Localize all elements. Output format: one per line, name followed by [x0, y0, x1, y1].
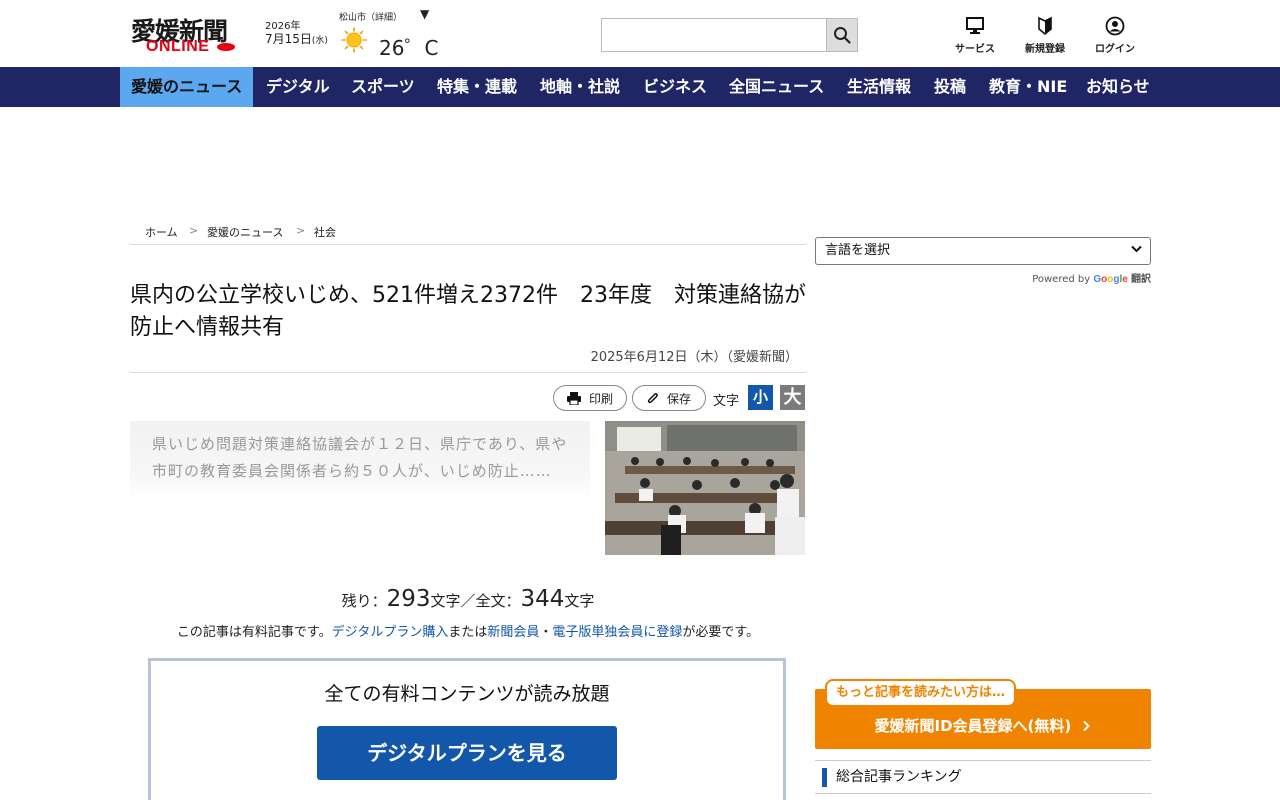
date-weekday: (水) [311, 36, 328, 46]
powered-by-text: Powered by [1032, 274, 1091, 285]
breadcrumb-separator: > [296, 224, 306, 237]
paperclip-icon [647, 392, 658, 403]
subscription-box: 全ての有料コンテンツが読み放題 デジタルプランを見る [148, 658, 786, 800]
services-label: サービス [955, 44, 995, 55]
google-translate-credit[interactable]: Powered by Google 翻訳 [815, 270, 1151, 285]
register-bubble: もっと記事を読みたい方は… [825, 679, 1017, 707]
remaining-mid: 文字／全文： [430, 592, 521, 610]
newspaper-member-link[interactable]: 新聞会員 [487, 625, 539, 640]
digital-plan-link[interactable]: デジタルプラン購入 [332, 625, 449, 640]
print-button[interactable]: 印刷 [553, 385, 627, 411]
date-month-day: 7月15日 [265, 32, 312, 46]
article-date: 2025年6月12日（木）（愛媛新聞） [590, 350, 798, 365]
font-size-label: 文字 [713, 394, 740, 409]
paid-note-text: が必要です。 [682, 625, 760, 640]
user-icon [1105, 16, 1125, 36]
nav-item-ehime-news[interactable]: 愛媛のニュース [120, 67, 254, 107]
subscription-heading: 全ての有料コンテンツが読み放題 [324, 683, 610, 705]
chevron-down-icon [1131, 238, 1142, 264]
translate-text: 翻訳 [1131, 274, 1151, 285]
total-count: 344 [520, 586, 565, 612]
register-label: 新規登録 [1025, 44, 1065, 55]
weather-dropdown-icon[interactable]: ▼ [420, 7, 429, 21]
login-button[interactable]: ログイン [1085, 16, 1145, 55]
remaining-count: 293 [386, 586, 431, 612]
nav-item-notices[interactable]: お知らせ [1075, 67, 1161, 107]
remaining-characters: 残り：293文字／全文：344文字 [130, 586, 806, 612]
nav-item-editorials[interactable]: 地軸・社説 [529, 67, 631, 107]
breadcrumb-separator: > [189, 224, 199, 237]
paid-note-text: または [448, 625, 488, 640]
register-button[interactable]: 新規登録 [1015, 16, 1075, 55]
register-banner-label: 愛媛新聞ID会員登録へ(無料) [874, 717, 1072, 735]
breadcrumb-society[interactable]: 社会 [314, 224, 336, 240]
digital-plan-button[interactable]: デジタルプランを見る [317, 726, 617, 780]
nav-item-business[interactable]: ビジネス [632, 67, 718, 107]
nav-item-national-news[interactable]: 全国ニュース [718, 67, 835, 107]
remaining-suffix: 文字 [564, 592, 595, 610]
weather-city-link[interactable]: 松山市（詳細） [339, 10, 402, 23]
font-small-button[interactable]: 小 [748, 385, 773, 410]
printer-icon [566, 391, 581, 405]
register-banner-text: 愛媛新聞ID会員登録へ(無料) [815, 715, 1151, 736]
google-logo-icon: Google [1093, 274, 1128, 285]
heading-bar-icon [822, 768, 827, 787]
paid-note-text: ・ [539, 625, 553, 640]
breadcrumb-home[interactable]: ホーム [145, 224, 178, 240]
divider [130, 372, 806, 373]
beginner-mark-icon [1038, 16, 1052, 36]
paid-note-text: この記事は有料記事です。 [176, 625, 332, 640]
ranking-heading-label: 総合記事ランキング [836, 769, 962, 785]
meeting-photo [605, 421, 805, 555]
search-button[interactable] [826, 18, 858, 52]
nav-item-lifestyle[interactable]: 生活情報 [836, 67, 922, 107]
language-select[interactable]: 言語を選択 [815, 237, 1151, 265]
remaining-prefix: 残り： [341, 592, 387, 610]
save-label: 保存 [666, 391, 691, 406]
nav-item-education[interactable]: 教育・NIE [978, 67, 1078, 107]
nav-item-features[interactable]: 特集・連載 [426, 67, 528, 107]
site-header: 愛媛新聞 ONLINE 2026年 7月15日(水) 松山市（詳細） ▼ 26゜… [0, 0, 1280, 67]
print-label: 印刷 [588, 391, 613, 406]
sun-icon [341, 27, 367, 53]
breadcrumb: ホーム > 愛媛のニュース > 社会 [130, 224, 806, 245]
article-teaser: 県いじめ問題対策連絡協議会が１２日、県庁であり、県や市町の教育委員会関係者ら約５… [130, 421, 590, 499]
site-logo[interactable]: 愛媛新聞 ONLINE [131, 12, 251, 56]
temperature: 26゜C [379, 36, 439, 60]
font-large-button[interactable]: 大 [780, 385, 805, 410]
paid-article-note: この記事は有料記事です。デジタルプラン購入または新聞会員・電子版単独会員に登録が… [130, 621, 806, 640]
monitor-icon [966, 17, 984, 34]
login-label: ログイン [1095, 44, 1135, 55]
language-select-value: 言語を選択 [825, 243, 891, 258]
breadcrumb-ehime-news[interactable]: 愛媛のニュース [207, 224, 283, 240]
article-photo[interactable] [605, 421, 805, 555]
nav-item-sports[interactable]: スポーツ [340, 67, 426, 107]
search-icon [834, 27, 851, 44]
logo-sub-text: ONLINE [146, 38, 210, 55]
nav-item-digital[interactable]: デジタル [255, 67, 341, 107]
article-title: 県内の公立学校いじめ、521件増え2372件 23年度 対策連絡協が防止へ情報共… [130, 283, 806, 340]
logo-mark-icon [217, 43, 235, 51]
chevron-right-icon [1083, 720, 1091, 732]
ranking-heading: 総合記事ランキング [815, 760, 1151, 794]
member-register-banner[interactable]: もっと記事を読みたい方は… 愛媛新聞ID会員登録へ(無料) [815, 679, 1151, 749]
services-button[interactable]: サービス [945, 16, 1005, 55]
digital-only-register-link[interactable]: 電子版単独会員に登録 [552, 625, 682, 640]
nav-item-submissions[interactable]: 投稿 [923, 67, 977, 107]
search-input[interactable] [601, 18, 826, 52]
current-date: 2026年 7月15日(水) [265, 21, 328, 47]
save-button[interactable]: 保存 [632, 385, 706, 411]
main-nav: 愛媛のニュース デジタル スポーツ 特集・連載 地軸・社説 ビジネス 全国ニュー… [0, 67, 1280, 107]
